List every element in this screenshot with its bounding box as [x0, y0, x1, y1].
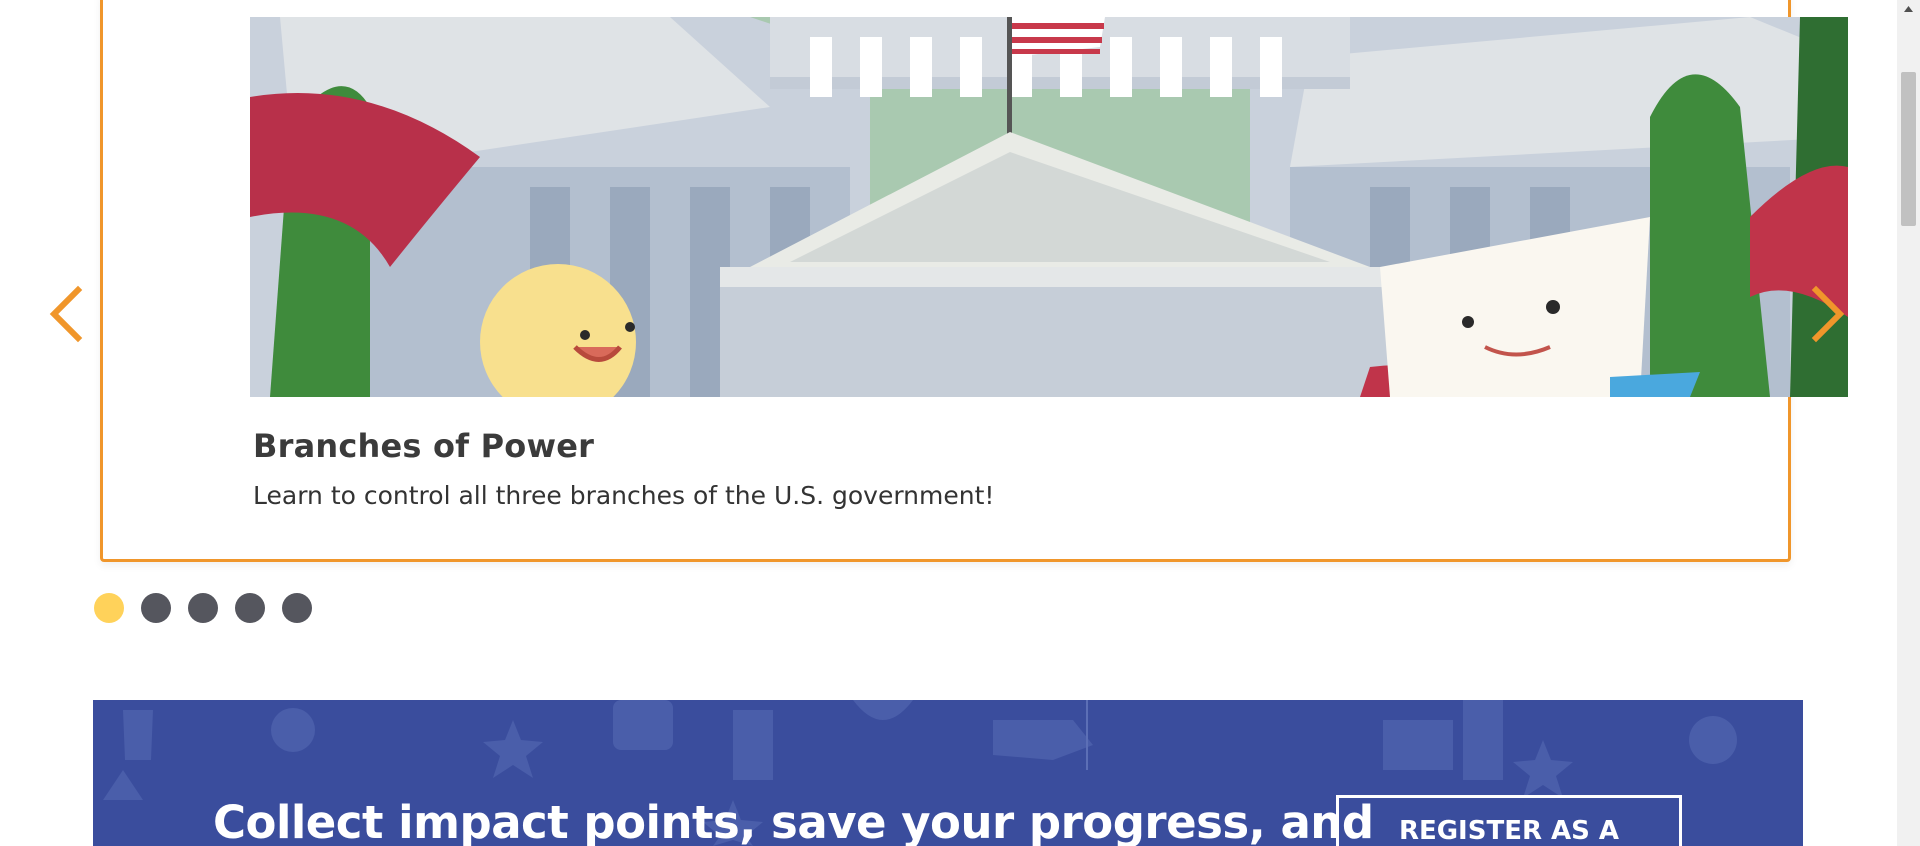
scroll-up-button[interactable] — [1897, 0, 1920, 20]
register-button[interactable]: REGISTER AS A — [1336, 795, 1682, 846]
carousel-prev-button[interactable] — [46, 284, 86, 344]
slide-description: Learn to control all three branches of t… — [253, 481, 995, 510]
banner-heading: Collect impact points, save your progres… — [213, 796, 1374, 846]
slide-title[interactable]: Branches of Power — [253, 427, 594, 465]
capitol-illustration — [250, 17, 1848, 397]
carousel-slide-card[interactable]: Branches of Power Learn to control all t… — [100, 0, 1848, 562]
carousel-pagination — [94, 593, 312, 623]
triangle-up-icon — [1904, 6, 1913, 12]
page: Branches of Power Learn to control all t… — [0, 0, 1920, 846]
carousel-dot-2[interactable] — [141, 593, 171, 623]
chevron-left-icon — [49, 285, 83, 343]
chevron-right-icon — [1811, 285, 1845, 343]
carousel-dot-1[interactable] — [94, 593, 124, 623]
scroll-thumb[interactable] — [1901, 72, 1916, 226]
carousel-dot-3[interactable] — [188, 593, 218, 623]
carousel-dot-5[interactable] — [282, 593, 312, 623]
carousel-dot-4[interactable] — [235, 593, 265, 623]
scrollbar[interactable] — [1897, 0, 1920, 846]
carousel-next-button[interactable] — [1808, 284, 1848, 344]
register-banner: Collect impact points, save your progres… — [93, 700, 1803, 846]
slide-image[interactable] — [250, 17, 1848, 397]
